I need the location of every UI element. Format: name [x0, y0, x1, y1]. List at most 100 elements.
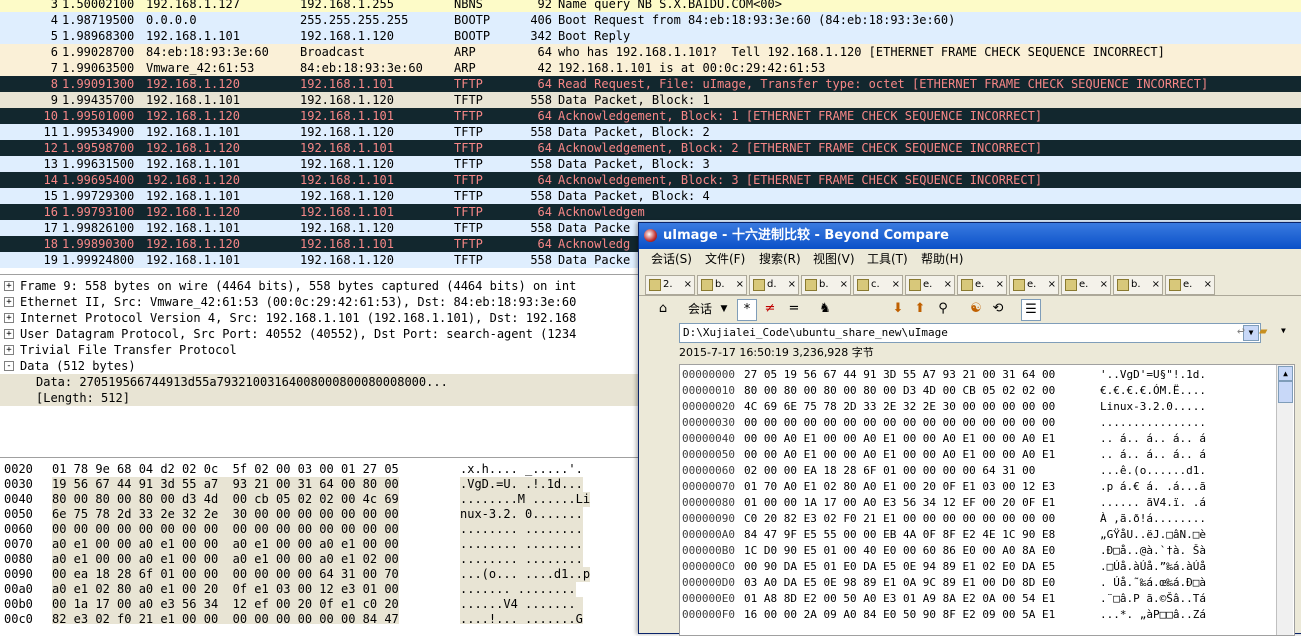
detail-row[interactable]: + Internet Protocol Version 4, Src: 192.1… — [0, 310, 640, 326]
close-tab-icon[interactable]: × — [1048, 276, 1056, 294]
bytes-hex[interactable]: 6e 75 78 2d 33 2e 32 2e 30 00 00 00 00 0… — [52, 507, 399, 522]
find-icon[interactable]: ⚲ — [933, 299, 953, 319]
hex-bytes[interactable]: 00 00 A0 E1 00 00 A0 E1 00 00 A0 E1 00 0… — [744, 447, 1055, 463]
bytes-hex[interactable]: 19 56 67 44 91 3d 55 a7 93 21 00 31 64 0… — [52, 477, 399, 492]
detail-row[interactable]: + Frame 9: 558 bytes on wire (4464 bits),… — [0, 278, 640, 294]
bytes-ascii[interactable]: ....... ........ — [460, 582, 576, 597]
hex-ascii[interactable]: ...*. „àP□□â..Zá — [1100, 607, 1206, 623]
hex-bytes[interactable]: 00 00 00 00 00 00 00 00 00 00 00 00 00 0… — [744, 415, 1055, 431]
folder-dropdown-icon[interactable]: ▼ — [1281, 326, 1286, 335]
path-dropdown-icon[interactable]: ▼ — [1243, 325, 1259, 341]
expand-icon[interactable]: + — [4, 329, 14, 339]
hex-bytes[interactable]: 27 05 19 56 67 44 91 3D 55 A7 93 21 00 3… — [744, 367, 1055, 383]
home-icon[interactable]: ⌂ — [653, 299, 673, 319]
detail-row[interactable]: - Data (512 bytes) — [0, 358, 640, 374]
hex-ascii[interactable]: €.€.€.€.ÓM.Ë.... — [1100, 383, 1206, 399]
packet-bytes-pane[interactable]: 0020 01 78 9e 68 04 d2 02 0c 5f 02 00 03 … — [0, 460, 640, 624]
session-tab[interactable]: c. × — [853, 275, 903, 295]
packet-row[interactable]: 15 1.99729300 192.168.1.101 192.168.1.120 TF… — [0, 188, 1301, 204]
packet-row[interactable]: 6 1.99028700 84:eb:18:93:3e:60 Broadcast ARP… — [0, 44, 1301, 60]
close-tab-icon[interactable]: × — [684, 276, 692, 294]
bytes-hex[interactable]: 82 e3 02 f0 21 e1 00 00 00 00 00 00 00 0… — [52, 612, 399, 624]
bytes-ascii[interactable]: ......V4 ....... — [460, 597, 583, 612]
hex-ascii[interactable]: ................ — [1100, 415, 1206, 431]
swap-icon[interactable]: ☯ — [967, 299, 985, 319]
packet-row[interactable]: 8 1.99091300 192.168.1.120 192.168.1.101 TFT… — [0, 76, 1301, 92]
session-tab[interactable]: b. × — [1113, 275, 1163, 295]
hex-bytes[interactable]: 01 A8 8D E2 00 50 A0 E3 01 A9 8A E2 0A 0… — [744, 591, 1055, 607]
menu-item[interactable]: 视图(V) — [813, 249, 855, 269]
close-tab-icon[interactable]: × — [840, 276, 848, 294]
bytes-hex[interactable]: 00 ea 18 28 6f 01 00 00 00 00 00 00 64 3… — [52, 567, 399, 582]
hex-bytes[interactable]: C0 20 82 E3 02 F0 21 E1 00 00 00 00 00 0… — [744, 511, 1055, 527]
hex-ascii[interactable]: .p á.€ á. .á...ã — [1100, 479, 1206, 495]
close-tab-icon[interactable]: × — [1204, 276, 1212, 294]
scroll-thumb[interactable] — [1278, 381, 1293, 403]
hex-ascii[interactable]: .Ð□å..@à.`†à. Šà — [1100, 543, 1206, 559]
close-tab-icon[interactable]: × — [736, 276, 744, 294]
expand-icon[interactable]: + — [4, 313, 14, 323]
hex-bytes[interactable]: 01 70 A0 E1 02 80 A0 E1 00 20 0F E1 03 0… — [744, 479, 1055, 495]
hex-ascii[interactable]: À ‚ã.ð!á........ — [1100, 511, 1206, 527]
hex-ascii[interactable]: .. á.. á.. á.. á — [1100, 447, 1206, 463]
packet-row[interactable]: 16 1.99793100 192.168.1.120 192.168.1.101 TF… — [0, 204, 1301, 220]
packet-row[interactable]: 14 1.99695400 192.168.1.120 192.168.1.101 TF… — [0, 172, 1301, 188]
bytes-hex[interactable]: 01 78 9e 68 04 d2 02 0c 5f 02 00 03 00 0… — [52, 462, 399, 477]
all-filter-icon[interactable]: * — [737, 299, 757, 321]
bytes-ascii[interactable]: .VgD.=U. .!.1d... — [460, 477, 583, 492]
session-tab[interactable]: e. × — [1061, 275, 1111, 295]
next-diff-icon[interactable]: ⬇ — [889, 299, 907, 319]
hex-bytes[interactable]: 16 00 00 2A 09 A0 84 E0 50 90 8F E2 09 0… — [744, 607, 1055, 623]
session-tab[interactable]: b. × — [801, 275, 851, 295]
bytes-ascii[interactable]: ........ ........ — [460, 552, 583, 567]
packet-row[interactable]: 10 1.99501000 192.168.1.120 192.168.1.101 TF… — [0, 108, 1301, 124]
hex-ascii[interactable]: . Úå.˜‰á.œ‰á.Ð□à — [1100, 575, 1206, 591]
bytes-hex[interactable]: a0 e1 02 80 a0 e1 00 20 0f e1 03 00 12 e… — [52, 582, 399, 597]
menu-item[interactable]: 会话(S) — [651, 249, 692, 269]
back-icon[interactable]: ↩ — [1237, 324, 1245, 339]
bytes-hex[interactable]: 00 00 00 00 00 00 00 00 00 00 00 00 00 0… — [52, 522, 399, 537]
close-tab-icon[interactable]: × — [1100, 276, 1108, 294]
session-tab[interactable]: d. × — [749, 275, 799, 295]
hex-bytes[interactable]: 00 90 DA E5 01 E0 DA E5 0E 94 89 E1 02 E… — [744, 559, 1055, 575]
hex-ascii[interactable]: ...... ãV4.ï. .á — [1100, 495, 1206, 511]
rules-icon[interactable]: ☰ — [1021, 299, 1041, 321]
menu-item[interactable]: 文件(F) — [705, 249, 745, 269]
packet-row[interactable]: 5 1.98968300 192.168.1.101 192.168.1.120 BOO… — [0, 28, 1301, 44]
packet-row[interactable]: 12 1.99598700 192.168.1.120 192.168.1.101 TF… — [0, 140, 1301, 156]
packet-row[interactable]: 9 1.99435700 192.168.1.101 192.168.1.120 TFT… — [0, 92, 1301, 108]
packet-row[interactable]: 7 1.99063500 Vmware_42:61:53 84:eb:18:93:3e… — [0, 60, 1301, 76]
title-bar[interactable]: uImage - 十六进制比较 - Beyond Compare — [639, 223, 1301, 249]
dropdown-arrow-icon[interactable]: ▼ — [719, 299, 729, 319]
menu-item[interactable]: 工具(T) — [867, 249, 908, 269]
packet-row[interactable]: 4 1.98719500 0.0.0.0 255.255.255.255 BOOTP 40… — [0, 12, 1301, 28]
person-icon[interactable]: ♞ — [815, 299, 835, 319]
packet-row[interactable]: 11 1.99534900 192.168.1.101 192.168.1.120 TF… — [0, 124, 1301, 140]
detail-row[interactable]: + User Datagram Protocol, Src Port: 40552… — [0, 326, 640, 342]
collapse-icon[interactable]: - — [4, 361, 14, 371]
bytes-ascii[interactable]: ...(o... ....d1..p — [460, 567, 591, 582]
packet-row[interactable]: 3 1.50002100 192.168.1.127 192.168.1.255 NBN… — [0, 0, 1301, 12]
detail-row[interactable]: + Trivial File Transfer Protocol — [0, 342, 640, 358]
hex-ascii[interactable]: .□Úå.àÚå.”‰á.àÚå — [1100, 559, 1206, 575]
packet-details-pane[interactable]: + Frame 9: 558 bytes on wire (4464 bits),… — [0, 274, 640, 458]
bytes-hex[interactable]: 00 1a 17 00 a0 e3 56 34 12 ef 00 20 0f e… — [52, 597, 399, 612]
hex-bytes[interactable]: 01 00 00 1A 17 00 A0 E3 56 34 12 EF 00 2… — [744, 495, 1055, 511]
session-tab[interactable]: e. × — [957, 275, 1007, 295]
hex-ascii[interactable]: „GŸåU..ëJ.□âN.□è — [1100, 527, 1206, 543]
bytes-ascii[interactable]: .x.h.... _.....'. — [460, 462, 583, 477]
bytes-ascii[interactable]: ........ ........ — [460, 522, 583, 537]
refresh-icon[interactable]: ⟲ — [989, 299, 1007, 319]
hex-ascii[interactable]: .. á.. á.. á.. á — [1100, 431, 1206, 447]
menu-item[interactable]: 帮助(H) — [921, 249, 963, 269]
hex-bytes[interactable]: 03 A0 DA E5 0E 98 89 E1 0A 9C 89 E1 00 D… — [744, 575, 1055, 591]
close-tab-icon[interactable]: × — [788, 276, 796, 294]
hex-bytes[interactable]: 84 47 9F E5 55 00 00 EB 4A 0F 8F E2 4E 1… — [744, 527, 1055, 543]
close-tab-icon[interactable]: × — [944, 276, 952, 294]
expand-icon[interactable]: + — [4, 297, 14, 307]
hex-bytes[interactable]: 80 00 80 00 80 00 80 00 D3 4D 00 CB 05 0… — [744, 383, 1055, 399]
session-button[interactable]: 会话 — [683, 299, 717, 319]
hex-bytes[interactable]: 4C 69 6E 75 78 2D 33 2E 32 2E 30 00 00 0… — [744, 399, 1055, 415]
packet-row[interactable]: 13 1.99631500 192.168.1.101 192.168.1.120 TF… — [0, 156, 1301, 172]
detail-row[interactable]: + Ethernet II, Src: Vmware_42:61:53 (00:0… — [0, 294, 640, 310]
